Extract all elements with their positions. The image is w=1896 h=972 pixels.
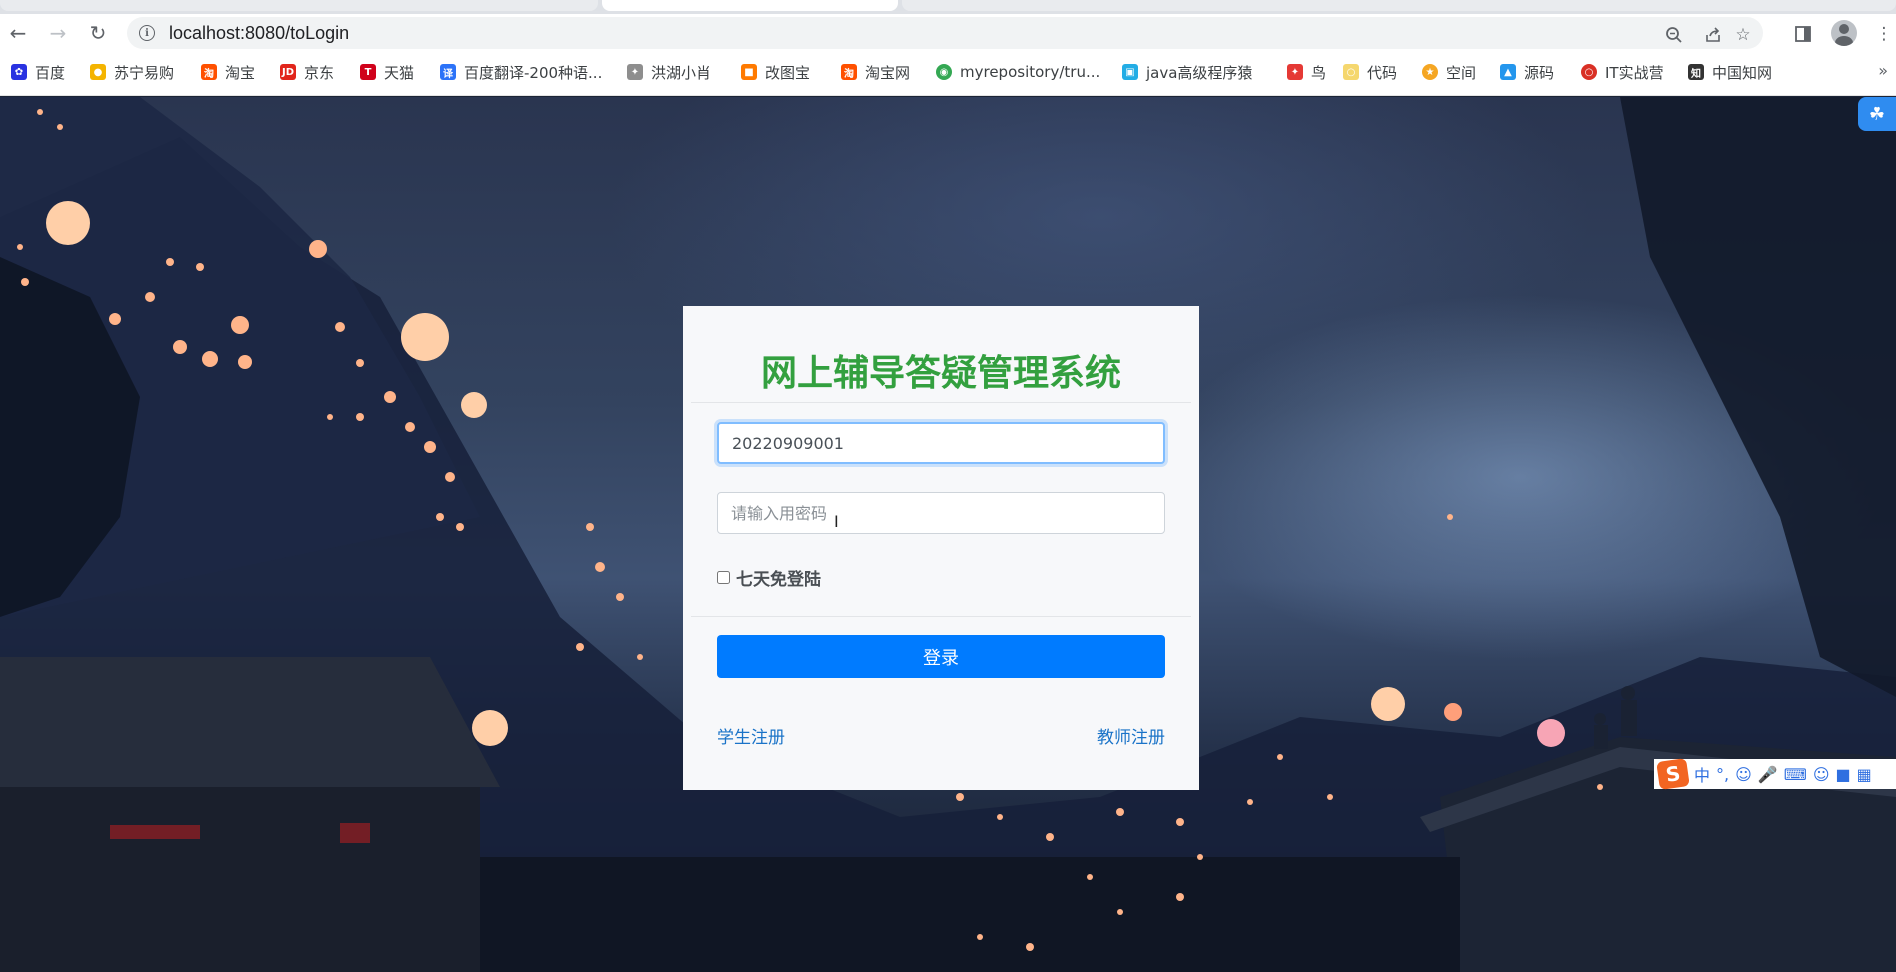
- tmall-icon: T: [360, 64, 376, 80]
- keyboard-icon[interactable]: ⌨: [1784, 765, 1807, 784]
- bookmark-item[interactable]: JD 京东: [280, 61, 334, 83]
- bookmark-label: 天猫: [384, 63, 415, 82]
- emoji-icon[interactable]: ☺: [1735, 765, 1752, 784]
- reload-icon[interactable]: ↻: [86, 21, 110, 45]
- bookmark-item[interactable]: ✦ 洪湖小肖: [627, 61, 711, 83]
- remember-me[interactable]: 七天免登陆: [717, 565, 821, 590]
- bookmark-label: 空间: [1446, 63, 1477, 82]
- bookmark-label: 苏宁易购: [114, 63, 175, 82]
- password-input[interactable]: [717, 492, 1165, 534]
- teacher-register-link[interactable]: 教师注册: [1097, 723, 1165, 748]
- ime-toolbar: S 中 °, ☺ 🎤 ⌨ ☺ ■ ▦: [1654, 758, 1896, 790]
- browser-tab-active[interactable]: [602, 0, 898, 11]
- login-card: 网上辅导答疑管理系统 七天免登陆 登录 学生注册 教师注册: [683, 306, 1199, 790]
- qzone-icon: ★: [1422, 64, 1438, 80]
- zoom-icon[interactable]: [1663, 24, 1685, 46]
- bookmark-label: 百度翻译-200种语...: [464, 63, 603, 82]
- gaitubao-icon: ■: [741, 64, 757, 80]
- bookmark-item[interactable]: 知中国知网: [1688, 61, 1772, 83]
- bilibili-tv-icon: ▣: [1122, 64, 1138, 80]
- bookmark-label: 洪湖小肖: [651, 63, 712, 82]
- bookmark-item[interactable]: ◉ myrepository/tru...: [936, 61, 1100, 83]
- ime-lang-toggle[interactable]: 中: [1694, 762, 1710, 786]
- remember-label: 七天免登陆: [736, 570, 821, 590]
- profile-avatar-icon[interactable]: [1831, 20, 1857, 46]
- grid-menu-icon[interactable]: ▦: [1857, 765, 1872, 784]
- bookmark-label: 百度: [35, 63, 66, 82]
- microphone-icon[interactable]: 🎤: [1758, 765, 1778, 784]
- forward-icon[interactable]: →: [46, 21, 70, 45]
- bookmark-label: 鸟: [1311, 63, 1327, 82]
- bookmark-item[interactable]: ▣ java高级程序猿: [1122, 61, 1252, 83]
- it-icon: ○: [1581, 64, 1597, 80]
- username-input[interactable]: [717, 422, 1165, 464]
- bookmark-item[interactable]: ■ 改图宝: [741, 61, 810, 83]
- bookmark-label: 淘宝: [225, 63, 256, 82]
- browser-tab[interactable]: [0, 0, 598, 11]
- bookmark-item[interactable]: ★ 空间: [1422, 61, 1476, 83]
- address-url[interactable]: localhost:8080/toLogin: [169, 23, 349, 44]
- user-icon[interactable]: ☺: [1813, 765, 1830, 784]
- bookmark-item[interactable]: T 天猫: [360, 61, 414, 83]
- bookmark-item[interactable]: ✦ 鸟: [1287, 61, 1326, 83]
- bookmark-item[interactable]: ▲ 源码: [1500, 61, 1554, 83]
- bookmark-item[interactable]: 淘淘宝网: [841, 61, 910, 83]
- more-menu-icon[interactable]: ⋮: [1872, 22, 1896, 46]
- cnki-icon: 知: [1688, 64, 1704, 80]
- bird-icon: ✦: [627, 64, 643, 80]
- bookmark-label: 改图宝: [765, 63, 811, 82]
- divider: [691, 402, 1191, 403]
- chevron-more-icon[interactable]: »: [1878, 61, 1888, 80]
- bookmark-item[interactable]: ○ 代码: [1343, 61, 1397, 83]
- bookmark-label: 代码: [1367, 63, 1398, 82]
- bookmark-item[interactable]: ✿ 百度: [11, 61, 65, 83]
- sogou-ime-logo-icon[interactable]: S: [1656, 758, 1690, 790]
- taobao-icon: 淘: [201, 64, 217, 80]
- bookmark-label: IT实战营: [1605, 63, 1664, 82]
- side-panel-icon[interactable]: [1791, 22, 1815, 46]
- skin-shirt-icon[interactable]: ■: [1836, 765, 1851, 784]
- bookmark-label: 中国知网: [1712, 63, 1773, 82]
- bookmark-star-icon[interactable]: ☆: [1732, 24, 1754, 46]
- bookmark-label: java高级程序猿: [1146, 63, 1253, 82]
- bird-red-icon: ✦: [1287, 64, 1303, 80]
- bookmark-label: 京东: [304, 63, 335, 82]
- login-button[interactable]: 登录: [717, 635, 1165, 678]
- page-title: 网上辅导答疑管理系统: [760, 353, 1121, 394]
- divider: [691, 616, 1191, 617]
- remember-checkbox[interactable]: [717, 571, 730, 584]
- chrome-icon: ◉: [936, 64, 952, 80]
- bookmark-item[interactable]: 译百度翻译-200种语...: [440, 61, 602, 83]
- site-info-icon[interactable]: i: [139, 25, 155, 41]
- ime-punct-toggle[interactable]: °,: [1716, 765, 1729, 784]
- taobao-icon: 淘: [841, 64, 857, 80]
- docker-icon: ▲: [1500, 64, 1516, 80]
- address-bar[interactable]: i localhost:8080/toLogin ☆: [127, 17, 1763, 49]
- tab-strip: [0, 0, 1896, 14]
- share-icon[interactable]: [1702, 24, 1724, 46]
- bookmark-label: myrepository/tru...: [960, 63, 1101, 81]
- bookmark-item[interactable]: 淘淘宝: [201, 61, 255, 83]
- bookmarks-bar: ✿ 百度 ● 苏宁易购 淘淘宝 JD 京东 T 天猫 译百度翻译-200种语... ✦ 洪…: [0, 52, 1896, 96]
- back-icon[interactable]: ←: [6, 21, 30, 45]
- browser-toolbar: ← → ↻ i localhost:8080/toLogin ☆ ⋮: [0, 14, 1896, 52]
- baidu-paw-icon: ✿: [11, 64, 27, 80]
- baidu-translate-icon: 译: [440, 64, 456, 80]
- student-register-link[interactable]: 学生注册: [717, 723, 785, 748]
- code-icon: ○: [1343, 64, 1359, 80]
- bookmark-label: 源码: [1524, 63, 1555, 82]
- baidu-netdisk-float-icon[interactable]: ☘: [1858, 97, 1896, 131]
- jd-icon: JD: [280, 64, 296, 80]
- text-cursor-icon: I: [834, 512, 839, 531]
- bookmark-item[interactable]: ○ IT实战营: [1581, 61, 1664, 83]
- suning-icon: ●: [90, 64, 106, 80]
- bookmark-item[interactable]: ● 苏宁易购: [90, 61, 174, 83]
- bookmark-label: 淘宝网: [865, 63, 911, 82]
- browser-tab[interactable]: [902, 0, 1896, 11]
